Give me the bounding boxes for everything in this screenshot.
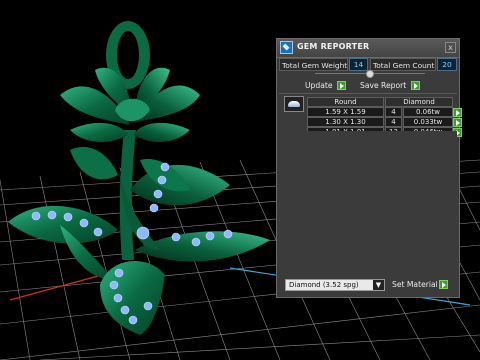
update-button[interactable] — [337, 81, 346, 90]
close-button[interactable]: x — [445, 42, 456, 53]
gem-weight-cell: 0.033tw — [403, 117, 453, 127]
panel-titlebar[interactable]: GEM REPORTER x — [277, 39, 459, 58]
panel-slider-knob[interactable] — [366, 70, 374, 78]
gem-reporter-app-icon — [280, 41, 293, 54]
chevron-down-icon[interactable]: ▼ — [373, 280, 384, 290]
column-header-shape: Round — [307, 97, 384, 107]
panel-divider — [279, 93, 457, 94]
material-select-value: Diamond (3.52 spg) — [289, 281, 359, 289]
gem-count-cell: 4 — [385, 117, 402, 127]
panel-title: GEM REPORTER — [297, 42, 370, 51]
table-row: 1.59 X 1.59 4 0.06tw — [307, 107, 462, 117]
table-row: 1.30 X 1.30 4 0.033tw — [307, 117, 462, 127]
gem-size-cell: 1.30 X 1.30 — [307, 117, 384, 127]
column-header-material: Diamond — [385, 97, 453, 107]
set-material-button[interactable] — [439, 280, 448, 289]
update-label: Update — [305, 81, 333, 90]
gem-reporter-panel: GEM REPORTER x Total Gem Weight 14 Total… — [276, 38, 462, 298]
save-report-button[interactable] — [411, 81, 420, 90]
gem-size-cell: 1.59 X 1.59 — [307, 107, 384, 117]
table-header-row: Round Diamond — [307, 97, 457, 107]
gem-count-cell: 4 — [385, 107, 402, 117]
total-gem-weight-label: Total Gem Weight — [279, 58, 348, 71]
row-go-button[interactable] — [453, 108, 462, 117]
material-select[interactable]: Diamond (3.52 spg) ▼ — [285, 279, 385, 291]
set-material-label: Set Material — [392, 280, 438, 289]
leaves — [8, 146, 270, 335]
save-report-label: Save Report — [360, 81, 407, 90]
row-go-button[interactable] — [453, 118, 462, 127]
total-gem-count-label: Total Gem Count — [370, 58, 436, 71]
gem-weight-cell: 0.06tw — [403, 107, 453, 117]
report-empty-area — [281, 131, 457, 271]
total-gem-count-value: 20 — [437, 58, 457, 71]
round-gem-icon — [284, 96, 304, 112]
total-gem-weight-value: 14 — [349, 58, 368, 71]
